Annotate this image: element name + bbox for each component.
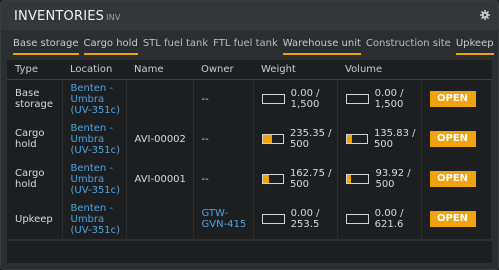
table-header-row: Type Location Name Owner Weight Volume	[7, 60, 492, 80]
tab-upkeep[interactable]: Upkeep	[455, 38, 494, 55]
open-button[interactable]: OPEN	[429, 171, 476, 187]
table-footer	[7, 241, 492, 263]
tab-cargo-hold[interactable]: Cargo hold	[83, 38, 138, 55]
volume-progress-bar	[345, 134, 368, 144]
weight-value: 162.75 / 500	[289, 168, 332, 190]
weight-progress-fill	[262, 175, 270, 183]
cell-action: OPEN	[421, 119, 492, 159]
table-row: Upkeep Benten - Umbra (UV-351c) GTW-GVN-…	[7, 199, 492, 239]
column-header-name: Name	[126, 60, 193, 80]
open-button[interactable]: OPEN	[429, 91, 476, 108]
volume-value: 93.92 / 500	[375, 168, 411, 190]
cell-volume: 0.00 / 1,500	[337, 79, 422, 119]
table-row: Cargo hold Benten - Umbra (UV-351c) AVI-…	[7, 159, 492, 199]
weight-value: 235.35 / 500	[289, 128, 332, 150]
cell-owner: --	[193, 119, 254, 159]
inventory-table: Type Location Name Owner Weight Volume B…	[7, 60, 492, 239]
cell-weight: 0.00 / 1,500	[253, 79, 338, 119]
volume-progress-bar	[345, 214, 369, 224]
location-link[interactable]: Benten - Umbra (UV-351c)	[62, 119, 127, 159]
location-link[interactable]: Benten - Umbra (UV-351c)	[62, 159, 127, 199]
column-header-weight: Weight	[253, 60, 337, 80]
tab-ftl-fuel-tank[interactable]: FTL fuel tank	[213, 38, 278, 55]
cell-volume: 0.00 / 621.6	[337, 199, 422, 239]
cell-owner: --	[193, 159, 254, 199]
volume-value: 135.83 / 500	[373, 128, 416, 150]
weight-progress-bar	[261, 174, 284, 184]
weight-progress-bar	[261, 214, 285, 224]
column-header-type: Type	[7, 60, 62, 80]
cell-type: Base storage	[7, 79, 63, 119]
volume-value: 0.00 / 1,500	[374, 88, 404, 111]
command-code: INV	[106, 13, 121, 22]
column-header-location: Location	[62, 60, 126, 80]
table-row: Base storage Benten - Umbra (UV-351c) --…	[7, 79, 492, 119]
cell-action: OPEN	[421, 199, 492, 239]
open-button[interactable]: OPEN	[429, 131, 476, 147]
title-bar: INVENTORIES INV	[1, 1, 498, 30]
owner-link[interactable]: GTW-GVN-415	[193, 199, 254, 239]
cell-volume: 93.92 / 500	[337, 159, 422, 199]
weight-value: 0.00 / 253.5	[290, 208, 320, 230]
cell-volume: 135.83 / 500	[337, 119, 422, 159]
column-header-action	[421, 60, 492, 80]
cell-action: OPEN	[421, 159, 492, 199]
open-button[interactable]: OPEN	[429, 211, 476, 227]
cell-type: Upkeep	[7, 199, 63, 239]
volume-progress-bar	[345, 174, 370, 184]
panel-title: INVENTORIES INV	[14, 9, 121, 24]
weight-progress-fill	[262, 135, 273, 143]
cell-name	[126, 199, 194, 239]
cell-weight: 235.35 / 500	[253, 119, 338, 159]
panel-title-text: INVENTORIES	[14, 9, 105, 24]
tab-base-storage[interactable]: Base storage	[13, 38, 79, 55]
cell-type: Cargo hold	[7, 159, 63, 199]
cell-type: Cargo hold	[7, 119, 63, 159]
cell-owner: --	[193, 79, 254, 119]
volume-progress-fill	[346, 175, 351, 183]
cell-weight: 0.00 / 253.5	[253, 199, 338, 239]
inventory-type-filters: Base storage Cargo hold STL fuel tank FT…	[13, 38, 498, 56]
cell-name	[126, 79, 194, 119]
column-header-volume: Volume	[337, 60, 421, 80]
cell-name: AVI-00002	[126, 119, 194, 159]
cell-action: OPEN	[421, 79, 492, 119]
inventories-panel: INVENTORIES INV Base storage Cargo hold S…	[0, 0, 499, 270]
weight-progress-bar	[261, 134, 284, 144]
column-header-owner: Owner	[193, 60, 253, 80]
gear-icon[interactable]	[480, 10, 490, 20]
weight-value: 0.00 / 1,500	[290, 88, 320, 111]
location-link[interactable]: Benten - Umbra (UV-351c)	[62, 79, 127, 119]
location-link[interactable]: Benten - Umbra (UV-351c)	[62, 199, 127, 239]
volume-progress-fill	[346, 135, 353, 143]
table-row: Cargo hold Benten - Umbra (UV-351c) AVI-…	[7, 119, 492, 159]
cell-weight: 162.75 / 500	[253, 159, 338, 199]
tab-warehouse-unit[interactable]: Warehouse unit	[282, 38, 361, 55]
volume-progress-bar	[345, 94, 369, 105]
tab-stl-fuel-tank[interactable]: STL fuel tank	[143, 38, 208, 55]
volume-value: 0.00 / 621.6	[374, 208, 404, 230]
cell-name: AVI-00001	[126, 159, 194, 199]
tab-construction-site[interactable]: Construction site	[366, 38, 451, 55]
weight-progress-bar	[261, 94, 285, 105]
